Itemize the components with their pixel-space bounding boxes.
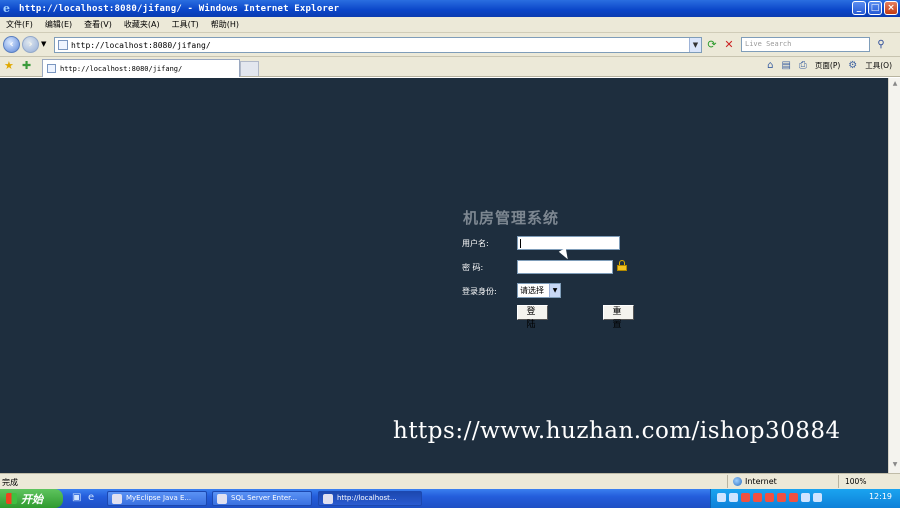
- start-button[interactable]: 开始: [0, 489, 63, 508]
- menu-file[interactable]: 文件(F): [6, 19, 33, 30]
- status-divider: [727, 475, 728, 488]
- ie-logo-icon: e: [3, 1, 10, 15]
- tray-app-icon[interactable]: [765, 493, 774, 502]
- globe-icon: [733, 477, 742, 486]
- login-button[interactable]: 登 陆: [517, 305, 548, 330]
- role-select-value: 请选择: [520, 286, 544, 295]
- tray-app-icon[interactable]: [753, 493, 762, 502]
- role-select[interactable]: 请选择 ▼: [517, 283, 561, 298]
- close-button[interactable]: ×: [884, 1, 898, 15]
- status-divider: [838, 475, 839, 488]
- text-caret: [520, 239, 521, 248]
- status-bar: 完成 Internet 100%: [0, 473, 900, 489]
- chevron-down-icon[interactable]: ▼: [549, 284, 560, 297]
- username-input[interactable]: [517, 236, 620, 250]
- windows-flag-icon: [6, 493, 17, 504]
- address-field[interactable]: http://localhost:8080/jifang/ ▼: [54, 37, 702, 53]
- tools-menu[interactable]: 工具(O): [865, 60, 892, 71]
- menu-view[interactable]: 查看(V): [84, 19, 112, 30]
- menu-bar: 文件(F) 编辑(E) 查看(V) 收藏夹(A) 工具(T) 帮助(H): [0, 17, 900, 33]
- tray-network-icon[interactable]: [717, 493, 726, 502]
- address-url[interactable]: http://localhost:8080/jifang/: [71, 41, 211, 50]
- scroll-up-icon[interactable]: ▲: [890, 80, 900, 90]
- ie-task-icon: [323, 494, 333, 504]
- taskbar-item-sqlserver[interactable]: SQL Server Enter...: [212, 491, 312, 506]
- page-menu[interactable]: 页面(P): [815, 60, 840, 71]
- page-content: [0, 78, 888, 473]
- password-label: 密 码:: [462, 263, 484, 272]
- address-toolbar: ‹ › ▼ http://localhost:8080/jifang/ ▼ ⟳ …: [0, 33, 900, 57]
- page-icon: [58, 40, 68, 50]
- stop-icon[interactable]: ✕: [722, 38, 736, 52]
- menu-favorites[interactable]: 收藏夹(A): [124, 19, 160, 30]
- tray-volume-icon[interactable]: [801, 493, 810, 502]
- search-input[interactable]: Live Search: [741, 37, 870, 52]
- search-icon[interactable]: ⚲: [873, 37, 889, 52]
- system-title: 机房管理系统: [463, 209, 560, 227]
- tray-app-icon[interactable]: [789, 493, 798, 502]
- menu-edit[interactable]: 编辑(E): [45, 19, 72, 30]
- taskbar: 开始 ▣ e MyEclipse Java E... SQL Server En…: [0, 489, 900, 508]
- watermark-text: https://www.huzhan.com/ishop30884: [393, 418, 841, 444]
- tray-app-icon[interactable]: [777, 493, 786, 502]
- tools-gear-icon: ⚙: [848, 60, 858, 71]
- role-label: 登录身份:: [462, 287, 497, 296]
- scroll-down-icon[interactable]: ▼: [890, 461, 900, 471]
- show-desktop-icon[interactable]: ▣: [72, 492, 81, 503]
- address-dropdown-icon[interactable]: ▼: [689, 38, 701, 52]
- username-label: 用户名:: [462, 239, 489, 248]
- clock: 12:19: [868, 492, 892, 501]
- title-bar[interactable]: e http://localhost:8080/jifang/ - Window…: [0, 0, 900, 17]
- security-zone[interactable]: Internet: [733, 477, 777, 486]
- feeds-icon[interactable]: ▤: [781, 60, 790, 71]
- status-text: 完成: [2, 478, 18, 487]
- start-label: 开始: [21, 492, 43, 506]
- history-dropdown-icon[interactable]: ▼: [41, 40, 46, 48]
- menu-tools[interactable]: 工具(T): [172, 19, 199, 30]
- maximize-button[interactable]: □: [868, 1, 882, 15]
- minimize-button[interactable]: _: [852, 1, 866, 15]
- lock-icon: [617, 260, 627, 271]
- print-icon[interactable]: ⎙: [799, 60, 807, 71]
- tray-shield-icon[interactable]: [813, 493, 822, 502]
- tray-app-icon[interactable]: [741, 493, 750, 502]
- taskbar-item-label: MyEclipse Java E...: [126, 494, 192, 502]
- tab-bar: ★ ✚ http://localhost:8080/jifang/ ⌂ ▤ ⎙ …: [0, 57, 900, 77]
- myeclipse-icon: [112, 494, 122, 504]
- zoom-level[interactable]: 100%: [845, 477, 866, 486]
- sqlserver-icon: [217, 494, 227, 504]
- back-button[interactable]: ‹: [3, 36, 20, 53]
- taskbar-item-ie[interactable]: http://localhost...: [318, 491, 422, 506]
- tray-ie-icon[interactable]: [729, 493, 738, 502]
- system-tray: 12:19: [710, 489, 900, 508]
- reset-button[interactable]: 重 置: [603, 305, 634, 330]
- quicklaunch-ie-icon[interactable]: e: [88, 492, 94, 503]
- favorites-star-icon[interactable]: ★: [4, 59, 14, 72]
- window-title: http://localhost:8080/jifang/ - Windows …: [19, 3, 340, 14]
- refresh-icon[interactable]: ⟳: [705, 38, 719, 52]
- tab-current[interactable]: http://localhost:8080/jifang/: [42, 59, 240, 77]
- taskbar-item-label: SQL Server Enter...: [231, 494, 298, 502]
- tab-label: http://localhost:8080/jifang/: [60, 64, 183, 73]
- taskbar-item-label: http://localhost...: [337, 494, 397, 502]
- taskbar-item-myeclipse[interactable]: MyEclipse Java E...: [107, 491, 207, 506]
- zone-label: Internet: [745, 477, 777, 486]
- tab-page-icon: [47, 64, 56, 73]
- home-icon[interactable]: ⌂: [767, 60, 773, 71]
- menu-help[interactable]: 帮助(H): [211, 19, 239, 30]
- add-favorites-icon[interactable]: ✚: [22, 59, 31, 72]
- password-input[interactable]: [517, 260, 613, 274]
- forward-button[interactable]: ›: [22, 36, 39, 53]
- vertical-scrollbar[interactable]: ▲ ▼: [888, 78, 900, 473]
- new-tab-button[interactable]: [240, 61, 259, 76]
